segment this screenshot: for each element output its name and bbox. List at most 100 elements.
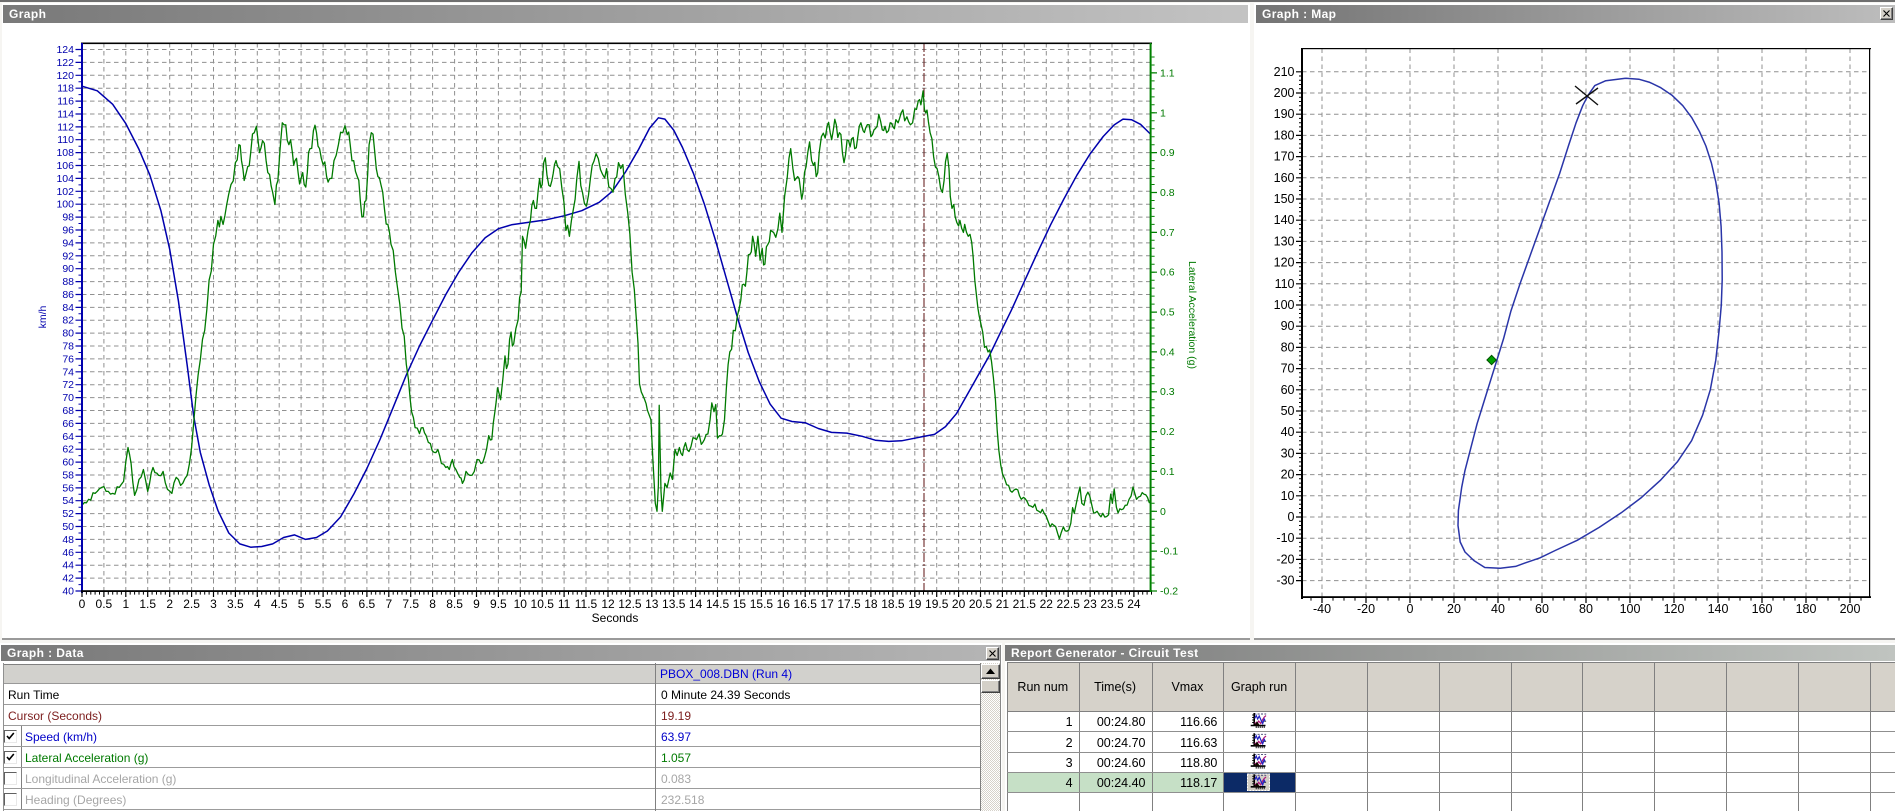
svg-text:96: 96 [62, 225, 74, 237]
svg-text:16.5: 16.5 [794, 597, 818, 611]
svg-text:100: 100 [1274, 298, 1295, 312]
svg-text:80: 80 [1281, 340, 1295, 354]
svg-text:0.7: 0.7 [1160, 227, 1175, 239]
svg-text:130: 130 [1274, 234, 1295, 248]
svg-text:9.5: 9.5 [490, 597, 507, 611]
svg-text:160: 160 [1752, 602, 1773, 616]
svg-text:-10: -10 [1276, 531, 1294, 545]
svg-text:94: 94 [62, 237, 74, 249]
svg-text:0.8: 0.8 [1160, 187, 1175, 199]
svg-text:72: 72 [62, 379, 74, 391]
svg-text:76: 76 [62, 353, 74, 365]
svg-text:120: 120 [1274, 256, 1295, 270]
svg-text:100: 100 [1620, 602, 1641, 616]
svg-text:180: 180 [1274, 128, 1295, 142]
svg-text:80: 80 [62, 328, 74, 340]
svg-text:2.5: 2.5 [183, 597, 200, 611]
svg-text:60: 60 [1281, 383, 1295, 397]
svg-text:8.5: 8.5 [446, 597, 463, 611]
svg-text:23.5: 23.5 [1100, 597, 1124, 611]
svg-text:58: 58 [62, 470, 74, 482]
svg-text:5: 5 [298, 597, 305, 611]
svg-text:-30: -30 [1276, 574, 1294, 588]
svg-text:102: 102 [56, 186, 74, 198]
svg-text:22.5: 22.5 [1057, 597, 1081, 611]
svg-text:10: 10 [1281, 489, 1295, 503]
svg-text:118: 118 [57, 83, 74, 95]
svg-text:18: 18 [864, 597, 878, 611]
svg-text:40: 40 [62, 586, 74, 598]
svg-text:52: 52 [62, 508, 74, 520]
svg-text:110: 110 [1275, 277, 1295, 291]
svg-text:0.2: 0.2 [1160, 426, 1175, 438]
svg-text:64: 64 [62, 431, 74, 443]
svg-text:20: 20 [1447, 602, 1461, 616]
svg-text:15: 15 [733, 597, 747, 611]
svg-text:14: 14 [689, 597, 703, 611]
svg-text:112: 112 [57, 121, 74, 133]
svg-text:13: 13 [645, 597, 659, 611]
svg-text:4.5: 4.5 [271, 597, 288, 611]
svg-text:20: 20 [1281, 468, 1295, 482]
svg-text:20: 20 [952, 597, 966, 611]
svg-text:0.4: 0.4 [1160, 346, 1175, 358]
svg-text:124: 124 [56, 44, 74, 56]
svg-text:17.5: 17.5 [837, 597, 861, 611]
svg-text:210: 210 [1274, 65, 1295, 79]
svg-text:km/h: km/h [37, 305, 49, 328]
svg-text:200: 200 [1840, 602, 1861, 616]
svg-text:30: 30 [1281, 446, 1295, 460]
svg-text:0.6: 0.6 [1160, 267, 1175, 279]
svg-text:21.5: 21.5 [1013, 597, 1037, 611]
svg-text:19: 19 [908, 597, 922, 611]
svg-text:140: 140 [1708, 602, 1729, 616]
svg-text:8: 8 [429, 597, 436, 611]
svg-text:14.5: 14.5 [706, 597, 730, 611]
svg-text:106: 106 [56, 160, 74, 172]
svg-text:19.5: 19.5 [925, 597, 949, 611]
svg-text:140: 140 [1274, 213, 1295, 227]
svg-text:1: 1 [122, 597, 129, 611]
svg-text:48: 48 [62, 534, 74, 546]
svg-text:10.5: 10.5 [531, 597, 555, 611]
svg-text:66: 66 [62, 418, 74, 430]
svg-text:68: 68 [62, 405, 74, 417]
svg-text:-20: -20 [1357, 602, 1375, 616]
svg-text:10: 10 [514, 597, 528, 611]
svg-text:74: 74 [62, 366, 74, 378]
svg-text:-0.1: -0.1 [1160, 546, 1178, 558]
svg-text:Seconds: Seconds [592, 611, 639, 625]
svg-text:2: 2 [166, 597, 173, 611]
svg-text:108: 108 [56, 147, 74, 159]
svg-text:0: 0 [1407, 602, 1414, 616]
svg-text:20.5: 20.5 [969, 597, 993, 611]
svg-text:16: 16 [777, 597, 791, 611]
svg-text:100: 100 [56, 199, 74, 211]
svg-text:40: 40 [1281, 425, 1295, 439]
svg-text:40: 40 [1491, 602, 1505, 616]
svg-text:7: 7 [385, 597, 392, 611]
svg-text:0.5: 0.5 [1160, 307, 1175, 319]
svg-text:11: 11 [558, 597, 571, 611]
svg-text:-20: -20 [1276, 552, 1294, 566]
svg-text:84: 84 [62, 302, 74, 314]
svg-text:12: 12 [601, 597, 615, 611]
svg-text:114: 114 [57, 109, 74, 121]
svg-text:82: 82 [62, 315, 74, 327]
svg-text:170: 170 [1274, 150, 1295, 164]
svg-text:122: 122 [56, 57, 74, 69]
svg-text:1: 1 [1160, 107, 1166, 119]
svg-text:90: 90 [62, 263, 74, 275]
svg-text:15.5: 15.5 [750, 597, 774, 611]
svg-text:92: 92 [62, 250, 74, 262]
svg-text:3: 3 [210, 597, 217, 611]
svg-text:Lateral Acceleration (g): Lateral Acceleration (g) [1186, 261, 1198, 369]
svg-text:60: 60 [1535, 602, 1549, 616]
svg-text:1.1: 1.1 [1160, 67, 1175, 79]
svg-text:80: 80 [1579, 602, 1593, 616]
svg-text:50: 50 [1281, 404, 1295, 418]
svg-text:78: 78 [62, 341, 74, 353]
svg-text:9: 9 [473, 597, 480, 611]
svg-text:23: 23 [1083, 597, 1097, 611]
svg-text:62: 62 [62, 444, 74, 456]
